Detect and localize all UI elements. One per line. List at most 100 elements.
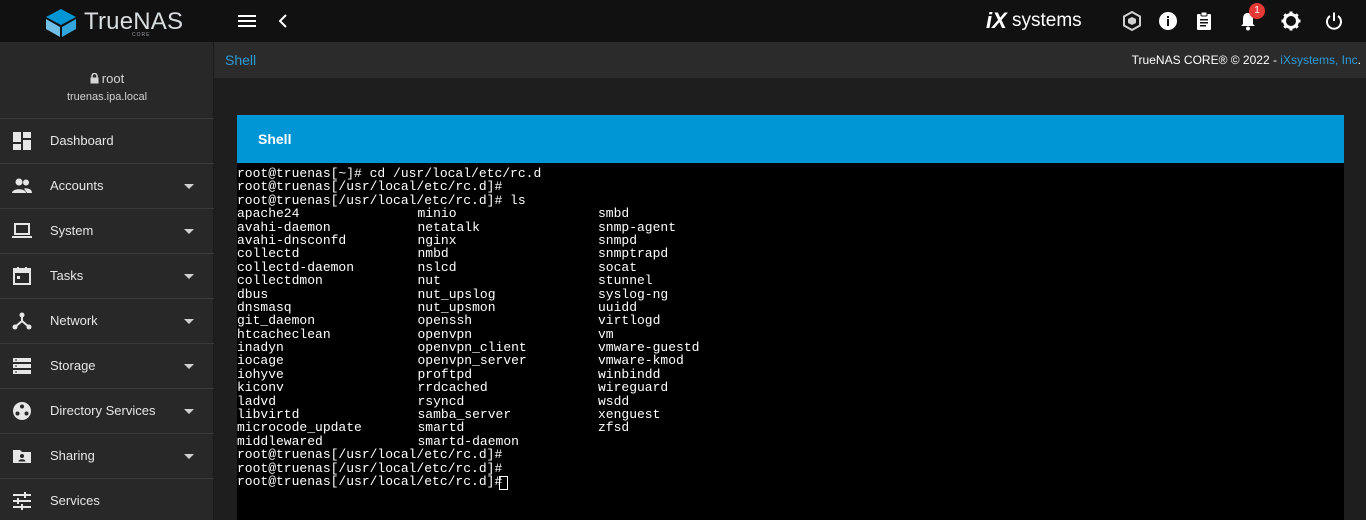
ls-entry: rrdcached <box>417 380 488 396</box>
sidebar-item-label: Dashboard <box>50 133 114 148</box>
ls-entry: xenguest <box>598 407 661 423</box>
terminal-line: root@truenas[/usr/local/etc/rc.d]# <box>237 447 503 463</box>
chevron-down-icon <box>184 364 194 369</box>
top-toolbar: TrueNAS CORE iX systems 1 <box>0 0 1366 42</box>
sidebar-item-system[interactable]: System <box>0 209 214 254</box>
ls-entry: smartd <box>417 420 465 436</box>
lock-icon <box>90 72 99 84</box>
calendar-icon <box>13 267 31 285</box>
copyright-end: . <box>1357 53 1361 67</box>
ls-entry: openvpn_server <box>417 353 527 369</box>
ls-entry: zfsd <box>598 420 630 436</box>
menu-icon[interactable] <box>236 10 258 32</box>
chevron-down-icon <box>184 229 194 234</box>
terminal-cursor <box>499 476 508 490</box>
ls-entry: middlewared <box>237 433 323 449</box>
sharing-folder-icon <box>13 450 31 463</box>
ls-entry: collectd <box>237 246 300 262</box>
sidebar-item-network[interactable]: Network <box>0 299 214 344</box>
sidebar-item-dashboard[interactable]: Dashboard <box>0 119 214 164</box>
storage-icon <box>13 358 31 374</box>
info-icon[interactable] <box>1157 10 1179 32</box>
sidebar-item-label: Storage <box>50 358 96 373</box>
chevron-down-icon <box>184 319 194 324</box>
clipboard-icon[interactable] <box>1193 10 1215 32</box>
power-icon[interactable] <box>1323 10 1345 32</box>
ls-entry: avahi-dnsconfd <box>237 232 347 248</box>
ls-entry: nslcd <box>417 259 457 275</box>
back-chevron-icon[interactable] <box>272 10 294 32</box>
ls-entry: nut_upslog <box>417 286 496 302</box>
ls-entry: netatalk <box>417 219 480 235</box>
ls-entry: nginx <box>417 232 457 248</box>
ls-entry: wireguard <box>598 380 669 396</box>
ixsystems-logo[interactable]: iX systems <box>986 8 1092 34</box>
ixsystems-link[interactable]: iXsystems, Inc <box>1280 53 1357 67</box>
dashboard-icon <box>13 132 31 150</box>
copyright: TrueNAS CORE® © 2022 - iXsystems, Inc. <box>1132 53 1361 67</box>
ls-entry: snmpd <box>598 232 638 248</box>
ls-entry: avahi-daemon <box>237 219 331 235</box>
chevron-down-icon <box>184 454 194 459</box>
user-name: root <box>0 71 214 86</box>
sidebar-item-sharing[interactable]: Sharing <box>0 434 214 479</box>
ls-entry: rsyncd <box>417 393 465 409</box>
ls-column-2: minio netatalk nginx nmbd nslcd nut nut_upslog… <box>418 207 527 448</box>
gear-icon[interactable] <box>1280 10 1302 32</box>
chevron-down-icon <box>184 184 194 189</box>
sidebar-item-tasks[interactable]: Tasks <box>0 254 214 299</box>
ls-entry: nmbd <box>417 246 449 262</box>
chevron-down-icon <box>184 274 194 279</box>
ls-entry: openvpn_client <box>417 340 527 356</box>
sidebar-item-services[interactable]: Services <box>0 479 214 520</box>
ls-entry: kiconv <box>237 380 284 396</box>
ls-entry: dbus <box>237 286 269 302</box>
breadcrumb-bar: Shell TrueNAS CORE® © 2022 - iXsystems, … <box>214 42 1366 78</box>
sidebar-item-label: System <box>50 223 94 238</box>
user-name-text: root <box>101 71 125 86</box>
truenas-logo[interactable]: TrueNAS CORE <box>44 6 184 38</box>
terminal-line: root@truenas[/usr/local/etc/rc.d]# <box>237 179 503 195</box>
ls-entry: virtlogd <box>598 313 661 329</box>
shell-terminal[interactable]: root@truenas[~]# cd /usr/local/etc/rc.d … <box>237 163 1344 520</box>
sidebar-item-accounts[interactable]: Accounts <box>0 164 214 209</box>
ls-column-1: apache24 avahi-daemon avahi-dnsconfd collec… <box>237 207 362 448</box>
ls-entry: snmptrapd <box>598 246 669 262</box>
notification-badge: 1 <box>1249 3 1265 19</box>
ls-entry: nut_upsmon <box>417 299 496 315</box>
ls-entry: vm <box>598 326 614 342</box>
ls-entry: iocage <box>237 353 284 369</box>
ls-entry: stunnel <box>598 273 653 289</box>
sidebar-item-directory-services[interactable]: Directory Services <box>0 389 214 434</box>
ls-entry: iohyve <box>237 366 284 382</box>
terminal-prompt: root@truenas[/usr/local/etc/rc.d]# <box>237 474 511 490</box>
ls-entry: ladvd <box>237 393 277 409</box>
terminal-line: root@truenas[~]# cd /usr/local/etc/rc.d <box>237 166 542 181</box>
truenas-logo-icon <box>46 9 76 37</box>
host-name: truenas.ipa.local <box>66 91 148 103</box>
ls-entry: inadyn <box>237 340 284 356</box>
page-title: Shell <box>258 131 292 147</box>
chevron-down-icon <box>184 409 194 414</box>
brand-edition: CORE <box>132 32 151 38</box>
ls-column-3: smbd snmp-agent snmpd snmptrapd socat stunnel… <box>598 207 699 435</box>
sidebar-item-label: Tasks <box>50 268 84 283</box>
truecommand-icon[interactable] <box>1121 10 1143 32</box>
ls-entry: collectdmon <box>237 273 323 289</box>
shell-card-header: Shell <box>237 115 1344 163</box>
ls-entry: microcode_update <box>237 420 362 436</box>
sidebar: root truenas.ipa.local Dashboard Account… <box>0 42 214 520</box>
ls-entry: collectd-daemon <box>237 259 355 275</box>
terminal-line: root@truenas[/usr/local/etc/rc.d]# <box>237 460 503 476</box>
accounts-icon <box>12 178 32 193</box>
network-icon <box>12 312 32 330</box>
ls-entry: libvirtd <box>237 407 300 423</box>
laptop-icon <box>12 223 32 238</box>
ls-entry: apache24 <box>237 206 300 222</box>
ls-entry: openvpn <box>417 326 473 342</box>
ls-entry: htcacheclean <box>237 326 331 342</box>
sidebar-item-storage[interactable]: Storage <box>0 344 214 389</box>
ls-entry: wsdd <box>598 393 630 409</box>
breadcrumb[interactable]: Shell <box>225 52 256 68</box>
copyright-text: TrueNAS CORE® © 2022 - <box>1131 53 1281 67</box>
